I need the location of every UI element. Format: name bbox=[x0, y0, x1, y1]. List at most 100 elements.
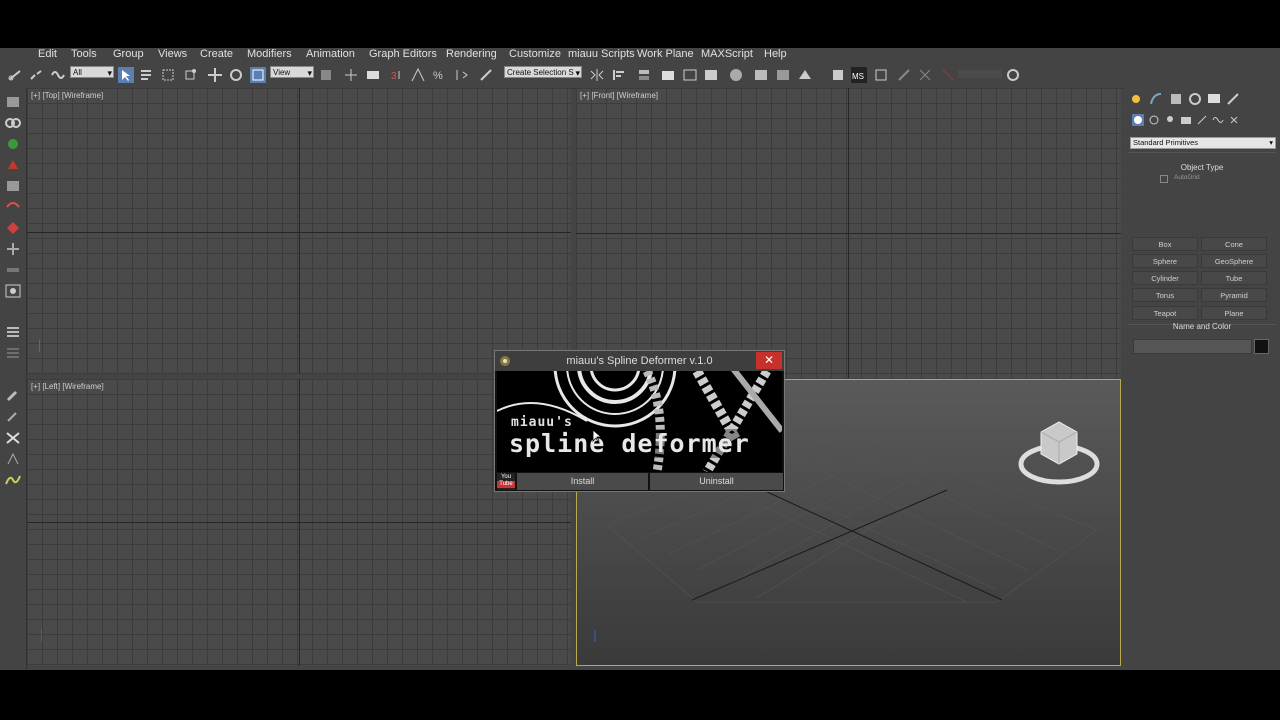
sphere-button[interactable]: Sphere bbox=[1132, 254, 1198, 268]
menu-edit[interactable]: Edit bbox=[38, 48, 57, 60]
object-name-input[interactable] bbox=[1133, 339, 1252, 354]
display-tab-icon[interactable] bbox=[1207, 92, 1221, 106]
select-object-icon[interactable] bbox=[118, 67, 134, 83]
helpers-category-icon[interactable] bbox=[1196, 114, 1208, 126]
link-icon[interactable] bbox=[7, 67, 23, 83]
menu-graph-editors[interactable]: Graph Editors bbox=[369, 48, 437, 60]
tool-placement-icon[interactable] bbox=[4, 262, 22, 278]
tool-curve-icon[interactable] bbox=[4, 283, 22, 299]
viewport-left[interactable]: [+] [Left] [Wireframe] bbox=[27, 379, 571, 666]
listener-icon[interactable] bbox=[873, 67, 889, 83]
maxscript-icon[interactable]: MS bbox=[851, 67, 867, 83]
create-tab-icon[interactable] bbox=[1129, 92, 1143, 106]
refresh-icon[interactable] bbox=[1005, 67, 1021, 83]
spacewarps-category-icon[interactable] bbox=[1212, 114, 1224, 126]
menu-animation[interactable]: Animation bbox=[306, 48, 355, 60]
material-editor-icon[interactable] bbox=[728, 67, 744, 83]
menu-work-plane[interactable]: Work Plane bbox=[637, 48, 694, 60]
move-icon[interactable] bbox=[207, 67, 223, 83]
tool-hierarchy-icon[interactable] bbox=[4, 178, 22, 194]
script-tool-a-icon[interactable] bbox=[896, 67, 912, 83]
select-manipulate-icon[interactable] bbox=[343, 67, 359, 83]
edit-named-selection-icon[interactable] bbox=[478, 67, 494, 83]
cameras-category-icon[interactable] bbox=[1180, 114, 1192, 126]
tool-brush-icon[interactable] bbox=[4, 451, 22, 467]
tool-hand-icon[interactable] bbox=[4, 157, 22, 173]
youtube-button[interactable]: You Tube bbox=[497, 473, 515, 490]
menu-miauu-scripts[interactable]: miauu Scripts bbox=[568, 48, 635, 60]
name-color-rollout-title[interactable]: Name and Color bbox=[1128, 322, 1276, 332]
plane-button[interactable]: Plane bbox=[1201, 306, 1267, 320]
menu-maxscript[interactable]: MAXScript bbox=[701, 48, 753, 60]
graphite-tools-icon[interactable] bbox=[660, 67, 676, 83]
tool-wrench-icon[interactable] bbox=[4, 388, 22, 404]
select-by-name-icon[interactable] bbox=[138, 67, 154, 83]
tool-list-icon[interactable] bbox=[4, 324, 22, 340]
tool-utility-icon[interactable] bbox=[4, 241, 22, 257]
spinner-snap-icon[interactable] bbox=[453, 67, 469, 83]
scene-explorer-icon[interactable] bbox=[830, 67, 846, 83]
menu-group[interactable]: Group bbox=[113, 48, 144, 60]
viewport-front-label[interactable]: [+] [Front] [Wireframe] bbox=[580, 91, 658, 100]
schematic-view-icon[interactable] bbox=[703, 67, 719, 83]
window-crossing-icon[interactable] bbox=[182, 67, 198, 83]
rotate-icon[interactable] bbox=[228, 67, 244, 83]
shapes-category-icon[interactable] bbox=[1148, 114, 1160, 126]
viewport-top[interactable]: [+] [Top] [Wireframe] bbox=[27, 88, 571, 374]
curve-editor-icon[interactable] bbox=[682, 67, 698, 83]
tool-color-icon[interactable] bbox=[4, 136, 22, 152]
autogrid-checkbox[interactable] bbox=[1160, 175, 1168, 183]
viewcube-icon[interactable] bbox=[1017, 420, 1101, 490]
named-selection-dropdown[interactable]: Create Selection S bbox=[504, 66, 582, 79]
pivot-center-icon[interactable] bbox=[318, 67, 334, 83]
selection-filter-dropdown[interactable]: All bbox=[70, 66, 114, 79]
script-tool-strip[interactable] bbox=[958, 70, 1002, 78]
uninstall-button[interactable]: Uninstall bbox=[650, 473, 783, 490]
object-color-swatch[interactable] bbox=[1254, 339, 1269, 354]
script-tool-c-icon[interactable] bbox=[940, 67, 956, 83]
tube-button[interactable]: Tube bbox=[1201, 271, 1267, 285]
box-button[interactable]: Box bbox=[1132, 237, 1198, 251]
rendered-frame-icon[interactable] bbox=[775, 67, 791, 83]
cylinder-button[interactable]: Cylinder bbox=[1132, 271, 1198, 285]
systems-category-icon[interactable] bbox=[1228, 114, 1240, 126]
hierarchy-tab-icon[interactable] bbox=[1169, 92, 1183, 106]
menu-help[interactable]: Help bbox=[764, 48, 787, 60]
render-production-icon[interactable] bbox=[797, 67, 813, 83]
pyramid-button[interactable]: Pyramid bbox=[1201, 288, 1267, 302]
object-type-rollout-title[interactable]: Object Type bbox=[1128, 163, 1276, 173]
menu-rendering[interactable]: Rendering bbox=[446, 48, 497, 60]
align-icon[interactable] bbox=[611, 67, 627, 83]
lights-category-icon[interactable] bbox=[1164, 114, 1176, 126]
menu-views[interactable]: Views bbox=[158, 48, 187, 60]
viewport-top-label[interactable]: [+] [Top] [Wireframe] bbox=[31, 91, 103, 100]
teapot-button[interactable]: Teapot bbox=[1132, 306, 1198, 320]
tool-spline-icon[interactable] bbox=[4, 472, 22, 488]
layer-manager-icon[interactable] bbox=[636, 67, 652, 83]
snaps-toggle-icon[interactable]: 3 bbox=[390, 67, 406, 83]
unlink-icon[interactable] bbox=[28, 67, 44, 83]
mirror-icon[interactable] bbox=[589, 67, 605, 83]
install-button[interactable]: Install bbox=[517, 473, 648, 490]
tool-link-icon[interactable] bbox=[4, 115, 22, 131]
dialog-title-bar[interactable]: miauu's Spline Deformer v.1.0 ✕ bbox=[495, 351, 784, 371]
reference-coordinate-dropdown[interactable]: View bbox=[270, 66, 314, 79]
keyboard-shortcut-icon[interactable] bbox=[365, 67, 381, 83]
percent-snap-icon[interactable]: % bbox=[432, 67, 448, 83]
tool-motion-icon[interactable] bbox=[4, 199, 22, 215]
render-setup-icon[interactable] bbox=[753, 67, 769, 83]
tool-array-icon[interactable] bbox=[4, 345, 22, 361]
viewport-front[interactable]: [+] [Front] [Wireframe] bbox=[576, 88, 1121, 378]
geometry-category-icon[interactable] bbox=[1132, 114, 1144, 126]
viewport-left-label[interactable]: [+] [Left] [Wireframe] bbox=[31, 382, 104, 391]
geosphere-button[interactable]: GeoSphere bbox=[1201, 254, 1267, 268]
angle-snap-icon[interactable] bbox=[410, 67, 426, 83]
scale-icon[interactable] bbox=[250, 67, 266, 83]
modify-tab-icon[interactable] bbox=[1149, 92, 1163, 106]
tool-display-icon[interactable] bbox=[4, 220, 22, 236]
tool-paint-icon[interactable] bbox=[4, 409, 22, 425]
bind-spacewarp-icon[interactable] bbox=[50, 67, 66, 83]
tool-create-icon[interactable] bbox=[4, 94, 22, 110]
utilities-tab-icon[interactable] bbox=[1226, 92, 1240, 106]
cone-button[interactable]: Cone bbox=[1201, 237, 1267, 251]
